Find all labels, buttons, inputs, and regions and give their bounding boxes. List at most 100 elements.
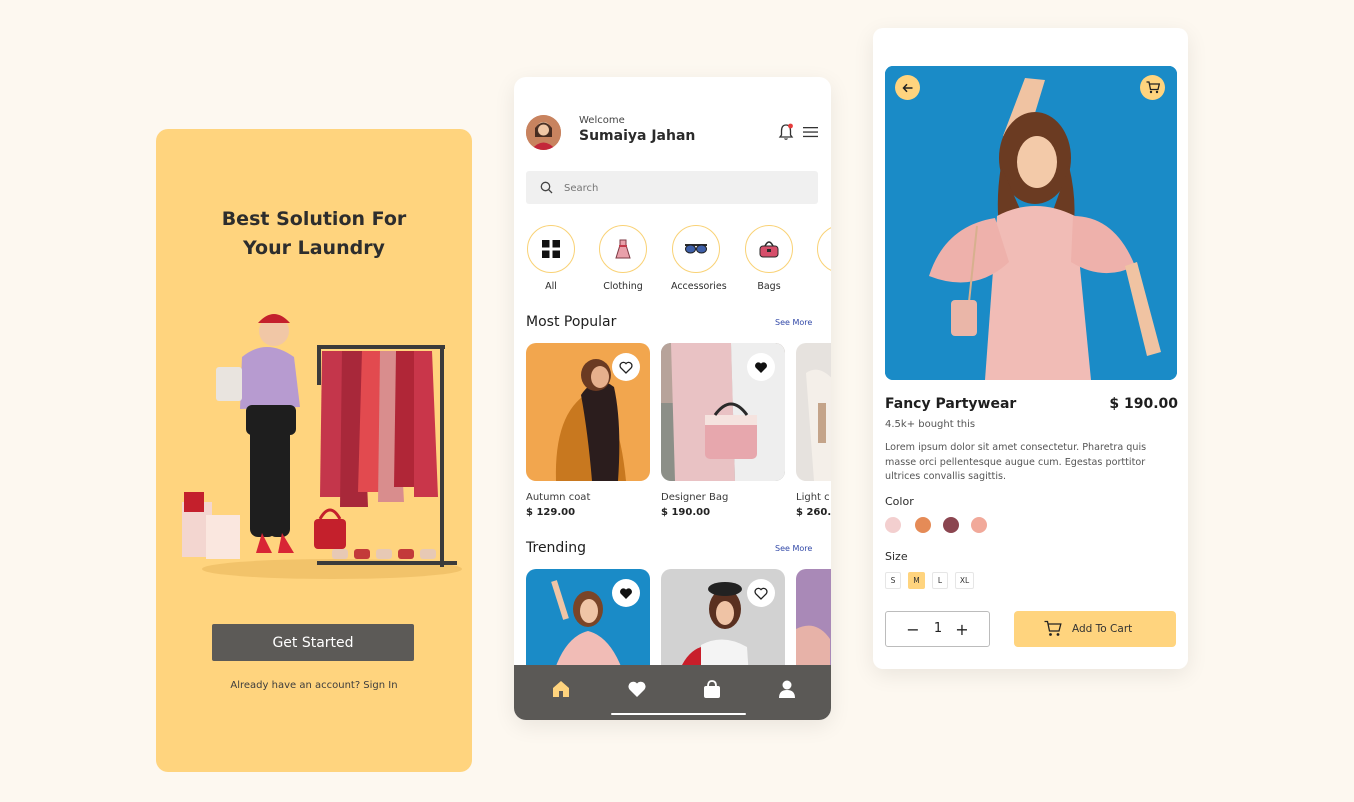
search-bar[interactable] xyxy=(526,171,818,204)
bell-icon[interactable] xyxy=(778,123,794,141)
favorite-button[interactable] xyxy=(747,579,775,607)
product-card[interactable]: Designer Bag $ 190.00 xyxy=(661,343,785,518)
color-swatch-blush[interactable] xyxy=(885,517,901,533)
product-name: Designer Bag xyxy=(661,492,729,503)
arrow-left-icon xyxy=(901,83,912,92)
user-icon[interactable] xyxy=(777,679,797,699)
category-label: All xyxy=(545,281,557,292)
product-name: Light c xyxy=(796,492,830,503)
popular-product-list: Autumn coat $ 129.00 Designer Bag $ 190.… xyxy=(526,343,831,523)
product-image xyxy=(796,569,831,669)
size-option-l[interactable]: L xyxy=(932,572,948,589)
add-to-cart-label: Add To Cart xyxy=(1072,623,1133,635)
back-button[interactable] xyxy=(895,75,920,100)
product-card[interactable] xyxy=(526,569,650,669)
favorite-button[interactable] xyxy=(747,353,775,381)
category-bags[interactable]: Bags xyxy=(744,225,794,292)
product-card[interactable] xyxy=(661,569,785,669)
favorite-button[interactable] xyxy=(612,579,640,607)
product-photo xyxy=(885,66,1177,380)
light-coat-photo xyxy=(796,343,831,481)
headline-line-1: Best Solution For xyxy=(221,208,407,230)
user-name: Sumaiya Jahan xyxy=(579,128,696,144)
category-tshirt-circle xyxy=(817,225,831,273)
product-image xyxy=(526,343,650,481)
dress-icon xyxy=(615,239,631,259)
size-option-xl[interactable]: XL xyxy=(955,572,974,589)
favorite-button[interactable] xyxy=(612,353,640,381)
product-image xyxy=(796,343,831,481)
cart-icon xyxy=(1044,620,1062,636)
heart-outline-icon xyxy=(619,361,633,374)
category-accessories-circle xyxy=(672,225,720,273)
heart-filled-icon xyxy=(755,361,767,373)
sign-in-link[interactable]: Already have an account? Sign In xyxy=(156,680,472,691)
bottom-tab-bar xyxy=(514,665,831,720)
headline-line-2: Your Laundry xyxy=(243,237,385,259)
trending-purple-photo xyxy=(796,569,831,669)
home-icon[interactable] xyxy=(551,679,571,699)
category-row: All Clothing Accessories Bags xyxy=(526,225,831,295)
onboarding-headline: Best Solution For Your Laundry xyxy=(156,205,472,263)
handbag-icon xyxy=(759,241,779,258)
product-card[interactable]: Light c $ 260.0 xyxy=(796,343,831,518)
grid-icon xyxy=(542,240,560,258)
heart-filled-icon xyxy=(620,587,632,599)
popular-see-more-link[interactable]: See More xyxy=(775,318,812,327)
quantity-stepper: − 1 + xyxy=(885,611,990,647)
home-indicator xyxy=(611,713,746,715)
product-image xyxy=(661,569,785,669)
avatar-image xyxy=(526,115,561,150)
product-price: $ 190.00 xyxy=(661,507,711,518)
category-tshirt[interactable]: T - xyxy=(816,225,831,292)
search-input[interactable] xyxy=(564,179,804,197)
size-option-m[interactable]: M xyxy=(908,572,925,589)
category-clothing-circle xyxy=(599,225,647,273)
most-popular-title: Most Popular xyxy=(526,314,617,330)
category-accessories[interactable]: Accessories xyxy=(671,225,727,292)
heart-icon[interactable] xyxy=(627,679,647,699)
category-clothing[interactable]: Clothing xyxy=(598,225,648,292)
color-swatch-salmon[interactable] xyxy=(971,517,987,533)
category-bags-circle xyxy=(745,225,793,273)
trending-see-more-link[interactable]: See More xyxy=(775,544,812,553)
get-started-button[interactable]: Get Started xyxy=(212,624,414,661)
shopping-woman-illustration xyxy=(182,314,462,579)
size-label: Size xyxy=(885,550,908,563)
category-label: T - xyxy=(816,281,831,292)
color-swatch-maroon[interactable] xyxy=(943,517,959,533)
product-detail-screen: Fancy Partywear $ 190.00 4.5k+ bought th… xyxy=(873,28,1188,669)
bag-icon[interactable] xyxy=(702,679,722,699)
onboarding-screen: Best Solution For Your Laundry Get Start… xyxy=(156,129,472,772)
category-label: Bags xyxy=(757,281,781,292)
sunglasses-icon xyxy=(685,244,707,254)
search-icon xyxy=(540,181,553,194)
product-price: $ 190.00 xyxy=(1109,396,1178,412)
product-card[interactable] xyxy=(796,569,831,669)
product-name: Fancy Partywear xyxy=(885,396,1017,412)
add-to-cart-button[interactable]: Add To Cart xyxy=(1014,611,1176,647)
category-all-circle xyxy=(527,225,575,273)
color-swatch-orange[interactable] xyxy=(915,517,931,533)
increase-quantity-button[interactable]: + xyxy=(952,619,972,639)
cart-icon xyxy=(1146,81,1160,94)
quantity-value: 1 xyxy=(933,621,943,636)
product-image xyxy=(661,343,785,481)
category-all[interactable]: All xyxy=(526,225,576,292)
decrease-quantity-button[interactable]: − xyxy=(903,619,923,639)
product-name: Autumn coat xyxy=(526,492,591,503)
product-card[interactable]: Autumn coat $ 129.00 xyxy=(526,343,650,518)
category-label: Clothing xyxy=(603,281,643,292)
cart-button[interactable] xyxy=(1140,75,1165,100)
trending-title: Trending xyxy=(526,540,586,556)
avatar[interactable] xyxy=(526,115,561,150)
size-option-s[interactable]: S xyxy=(885,572,901,589)
model-photo xyxy=(885,66,1177,380)
product-price: $ 129.00 xyxy=(526,507,576,518)
welcome-label: Welcome xyxy=(579,115,625,126)
menu-icon[interactable] xyxy=(803,126,818,138)
trending-product-list xyxy=(526,569,831,669)
bought-count: 4.5k+ bought this xyxy=(885,419,976,430)
heart-outline-icon xyxy=(754,587,768,600)
product-description: Lorem ipsum dolor sit amet consectetur. … xyxy=(885,442,1147,482)
